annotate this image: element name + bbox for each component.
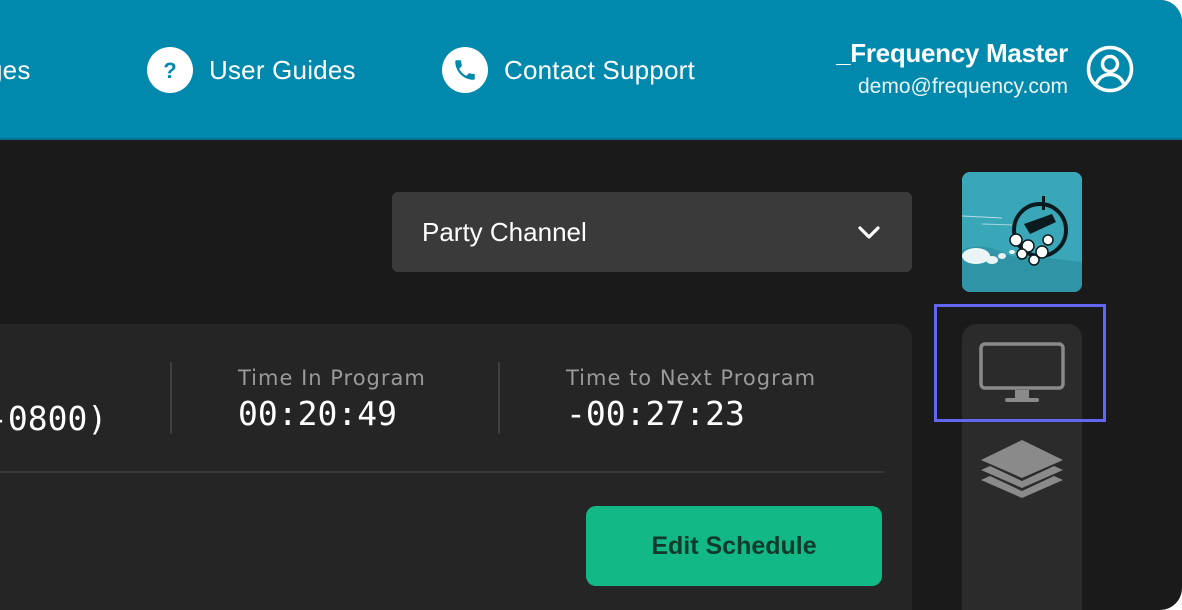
help-circle-icon: ? <box>147 47 193 93</box>
timezone-value: -0800) <box>0 399 108 438</box>
time-in-program-value: 00:20:49 <box>238 394 397 433</box>
user-name: _Frequency Master <box>836 38 1068 68</box>
time-to-next-program-value: -00:27:23 <box>566 394 745 433</box>
nav-user-guides-label: User Guides <box>209 54 356 85</box>
rail-item-layers[interactable] <box>962 438 1082 504</box>
channel-select[interactable]: Party Channel <box>392 192 912 272</box>
stat-divider <box>498 362 500 434</box>
user-avatar-icon[interactable] <box>1086 45 1134 93</box>
user-email: demo@frequency.com <box>857 75 1068 98</box>
nav-user-guides-link[interactable]: ? User Guides <box>147 46 356 94</box>
top-header: ges ? User Guides Contact Support _Frequ… <box>0 0 1182 140</box>
app-window: ges ? User Guides Contact Support _Frequ… <box>0 0 1182 610</box>
layers-icon <box>981 440 1063 498</box>
phone-icon <box>442 47 488 93</box>
channel-thumbnail[interactable] <box>962 172 1082 292</box>
program-status-card: -0800) Time In Program 00:20:49 Time to … <box>0 324 912 610</box>
stat-divider <box>170 362 172 434</box>
nav-contact-support-link[interactable]: Contact Support <box>442 46 695 94</box>
channel-select-value: Party Channel <box>422 216 587 247</box>
time-to-next-program-stat: Time to Next Program -00:27:23 <box>566 366 816 433</box>
edit-schedule-button[interactable]: Edit Schedule <box>586 506 882 586</box>
chevron-down-icon <box>856 219 882 245</box>
time-in-program-label: Time In Program <box>238 366 426 390</box>
timezone-stat: -0800) <box>0 366 107 438</box>
selection-highlight <box>934 304 1106 422</box>
card-divider <box>0 471 884 473</box>
nav-messages-label: ges <box>0 54 31 85</box>
time-in-program-stat: Time In Program 00:20:49 <box>238 366 426 433</box>
nav-contact-support-label: Contact Support <box>504 54 695 85</box>
user-info[interactable]: _Frequency Master demo@frequency.com <box>836 38 1068 102</box>
svg-text:?: ? <box>163 58 176 83</box>
time-to-next-program-label: Time to Next Program <box>566 366 817 390</box>
nav-messages-link[interactable]: ges <box>0 46 31 94</box>
